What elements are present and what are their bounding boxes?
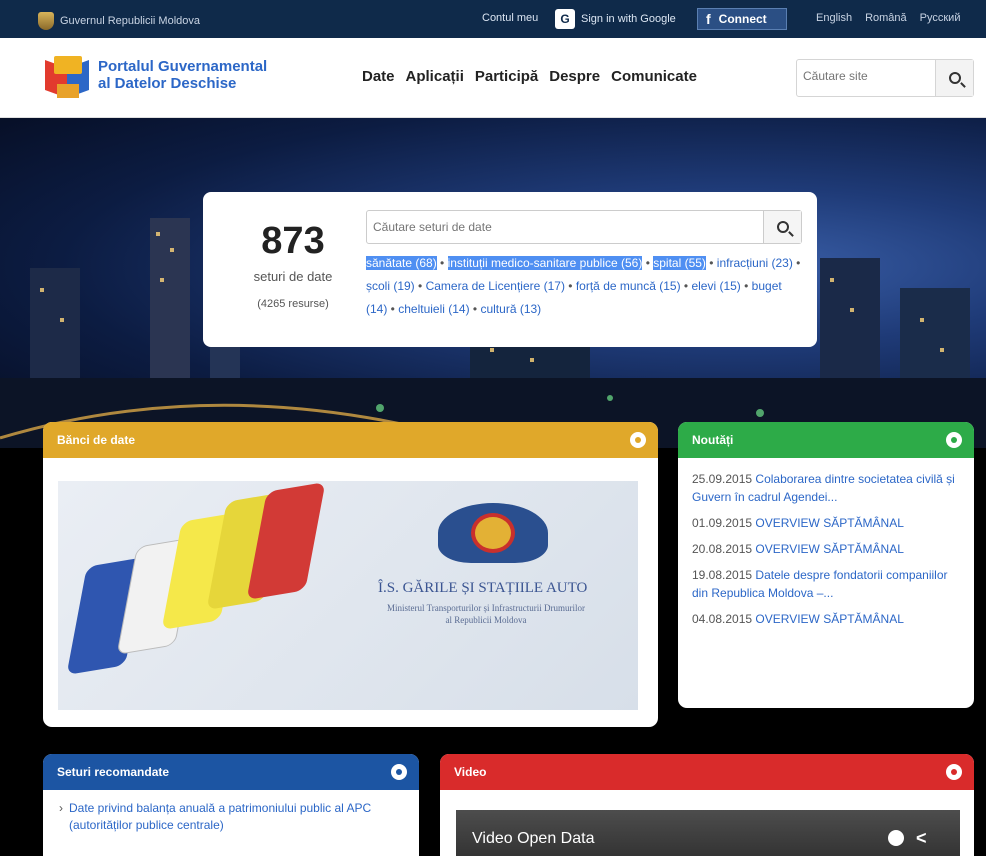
tag-link[interactable]: școli (19) (366, 279, 415, 293)
recommended-item: › Date privind balanța anuală a patrimon… (43, 790, 419, 844)
account-link[interactable]: Contul meu (482, 12, 538, 24)
dataset-count-block: 873 seturi de date (4265 resurse) (223, 220, 363, 310)
dataset-search-input[interactable] (373, 220, 753, 234)
portal-logo[interactable] (45, 56, 91, 102)
facebook-label: Connect (718, 12, 767, 26)
news-link[interactable]: OVERVIEW SĂPTĂMÂNAL (755, 612, 903, 626)
banner-subtitle: Ministerul Transporturilor și Infrastruc… (387, 603, 585, 625)
site-header: Portalul Guvernamental al Datelor Deschi… (0, 38, 986, 118)
dataset-search-card: 873 seturi de date (4265 resurse) sănăta… (203, 192, 817, 347)
portal-brand[interactable]: Portalul Guvernamental al Datelor Deschi… (98, 58, 267, 92)
news-date: 01.09.2015 (692, 516, 753, 530)
circle-arrow-icon[interactable] (630, 432, 646, 448)
google-signin-button[interactable]: G Sign in with Google (555, 9, 676, 29)
gsa-emblem-icon (438, 503, 548, 563)
news-title: Noutăți (692, 433, 734, 447)
nav-comunicate[interactable]: Comunicate (611, 68, 697, 85)
dataset-search (366, 210, 802, 244)
news-date: 04.08.2015 (692, 612, 753, 626)
tag-link[interactable]: infracțiuni (23) (717, 256, 793, 270)
news-item: 01.09.2015 OVERVIEW SĂPTĂMÂNAL (692, 514, 960, 532)
chevron-right-icon: › (59, 801, 63, 815)
video-player-title: Video Open Data (472, 830, 595, 847)
dataset-count: 873 (261, 220, 325, 262)
dataset-count-label: seturi de date (253, 269, 333, 284)
news-header[interactable]: Noutăți (678, 422, 974, 458)
clock-icon[interactable] (888, 830, 904, 846)
top-bar: Guvernul Republicii Moldova Contul meu G… (0, 0, 986, 38)
google-label: Sign in with Google (581, 13, 676, 25)
brand-line-1: Portalul Guvernamental (98, 58, 268, 75)
popular-tags: sănătate (68) • instituții medico-sanita… (366, 256, 801, 316)
news-item: 19.08.2015 Datele despre fondatorii comp… (692, 566, 960, 602)
news-item: 04.08.2015 OVERVIEW SĂPTĂMÂNAL (692, 610, 960, 628)
news-link[interactable]: OVERVIEW SĂPTĂMÂNAL (755, 542, 903, 556)
news-item: 25.09.2015 Colaborarea dintre societatea… (692, 470, 960, 506)
tag-link[interactable]: spital (55) (653, 256, 706, 270)
tag-link[interactable]: cheltuieli (14) (398, 302, 469, 316)
gov-label: Guvernul Republicii Moldova (60, 15, 201, 27)
tag-link[interactable]: sănătate (68) (366, 256, 437, 270)
resource-count: (4265 resurse) (257, 298, 329, 310)
facebook-connect-button[interactable]: f Connect (697, 8, 787, 30)
news-date: 20.08.2015 (692, 542, 753, 556)
tag-link[interactable]: instituții medico-sanitare publice (56) (447, 256, 643, 270)
gov-link[interactable]: Guvernul Republicii Moldova (38, 12, 200, 30)
search-icon (948, 72, 961, 84)
news-date: 19.08.2015 (692, 568, 753, 582)
site-search-input[interactable] (803, 69, 923, 83)
video-player[interactable]: Video Open Data < (456, 810, 960, 856)
lang-romana[interactable]: Română (865, 12, 907, 24)
hero-section: 873 seturi de date (4265 resurse) sănăta… (0, 118, 986, 856)
nav-despre[interactable]: Despre (549, 68, 600, 85)
tag-link[interactable]: Camera de Licențiere (17) (426, 279, 565, 293)
recommended-header[interactable]: Seturi recomandate (43, 754, 419, 790)
lang-russian[interactable]: Русский (920, 12, 961, 24)
nav-date[interactable]: Date (362, 68, 395, 85)
circle-arrow-icon[interactable] (391, 764, 407, 780)
news-link[interactable]: OVERVIEW SĂPTĂMÂNAL (755, 516, 903, 530)
video-header[interactable]: Video (440, 754, 974, 790)
facebook-icon: f (706, 11, 711, 27)
site-search (796, 59, 974, 97)
crest-icon (38, 12, 54, 30)
google-icon: G (555, 9, 575, 29)
data-bank-banner[interactable]: Î.S. GĂRILE ȘI STAȚIILE AUTO Ministerul … (58, 481, 638, 710)
data-banks-title: Bănci de date (57, 433, 136, 447)
video-panel: Video Video Open Data < (440, 754, 974, 856)
news-date: 25.09.2015 (692, 472, 753, 486)
news-item: 20.08.2015 OVERVIEW SĂPTĂMÂNAL (692, 540, 960, 558)
news-list: 25.09.2015 Colaborarea dintre societatea… (678, 458, 974, 628)
search-icon (776, 221, 789, 233)
recommended-panel: Seturi recomandate › Date privind balanț… (43, 754, 419, 856)
circle-arrow-icon[interactable] (946, 764, 962, 780)
main-nav: Date Aplicații Participă Despre Comunica… (362, 68, 697, 85)
recommended-link[interactable]: Date privind balanța anuală a patrimoniu… (69, 800, 403, 834)
share-icon[interactable]: < (916, 828, 927, 849)
lang-english[interactable]: English (816, 12, 852, 24)
tag-link[interactable]: cultură (13) (480, 302, 541, 316)
site-search-button[interactable] (935, 60, 973, 96)
language-switcher: English Română Русский (816, 12, 960, 24)
nav-aplicatii[interactable]: Aplicații (406, 68, 464, 85)
brand-line-2: al Datelor Deschise (98, 75, 237, 92)
circle-arrow-icon[interactable] (946, 432, 962, 448)
tag-link[interactable]: elevi (15) (691, 279, 740, 293)
banner-title: Î.S. GĂRILE ȘI STAȚIILE AUTO (378, 580, 588, 596)
data-banks-panel: Bănci de date Î.S. GĂRILE ȘI STAȚIILE AU… (43, 422, 658, 727)
data-banks-header[interactable]: Bănci de date (43, 422, 658, 458)
tag-link[interactable]: forță de muncă (15) (576, 279, 681, 293)
nav-participa[interactable]: Participă (475, 68, 538, 85)
recommended-title: Seturi recomandate (57, 765, 170, 779)
dataset-search-button[interactable] (763, 211, 801, 243)
video-title: Video (454, 765, 487, 779)
news-panel: Noutăți 25.09.2015 Colaborarea dintre so… (678, 422, 974, 708)
